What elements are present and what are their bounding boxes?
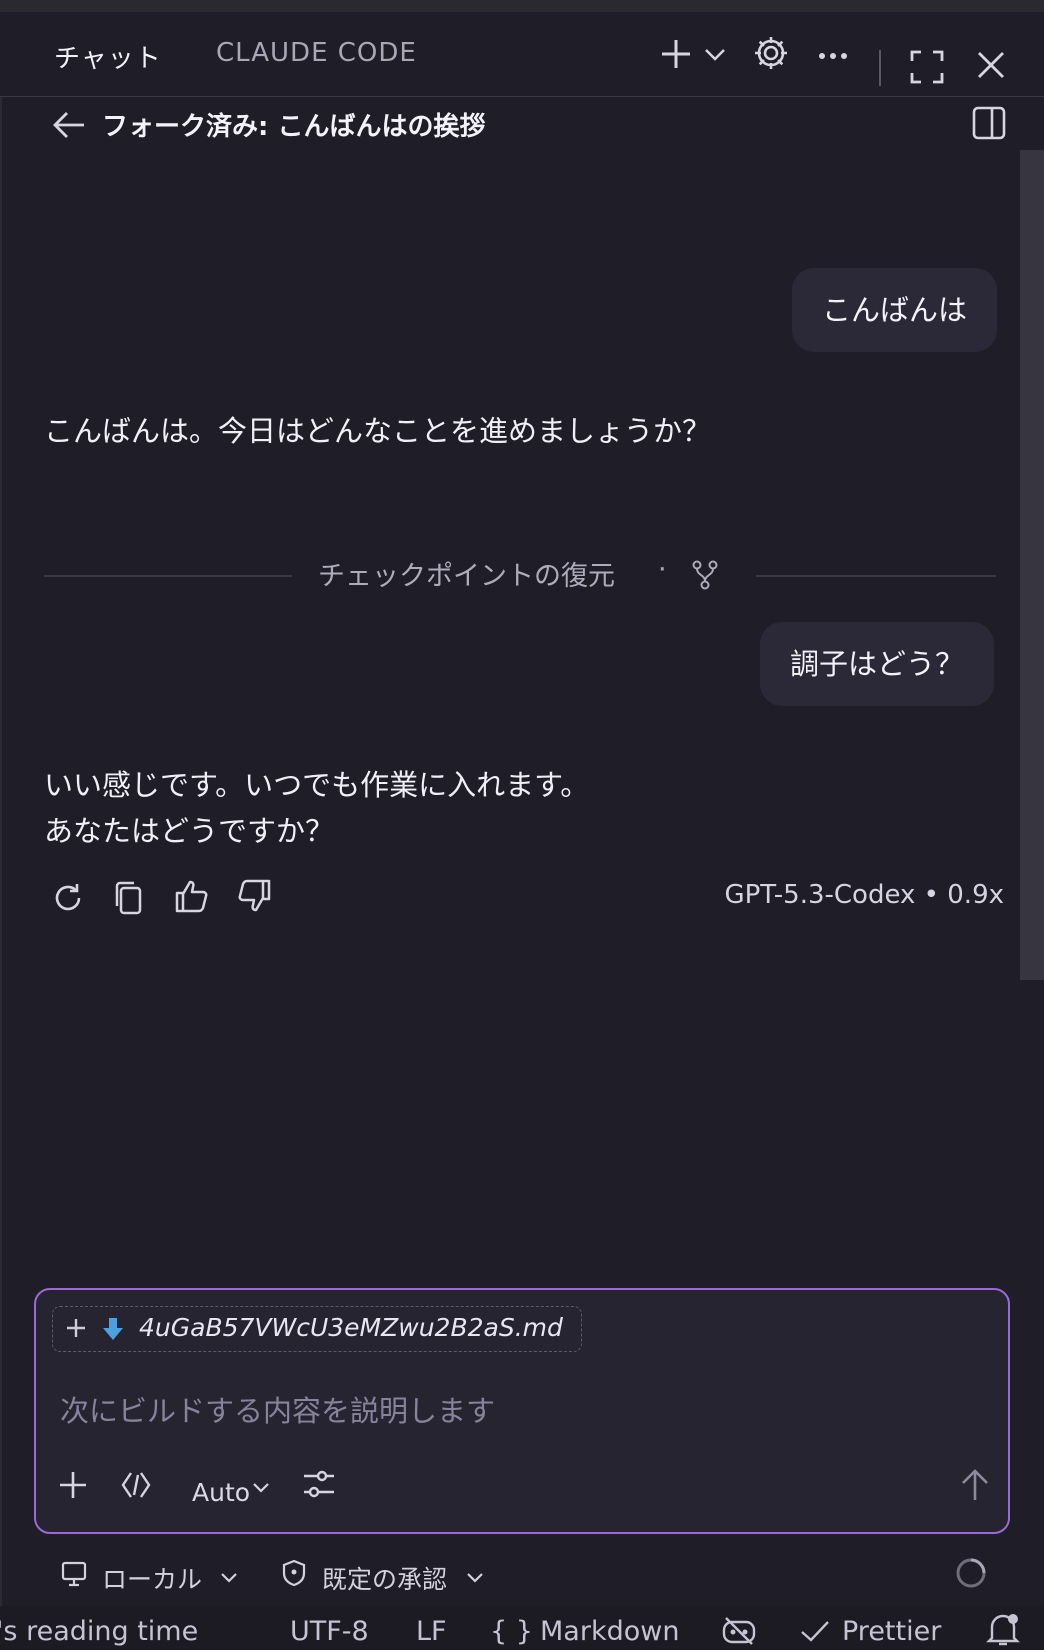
page-title: フォーク済み: こんばんはの挨拶 — [102, 112, 486, 142]
thumbs-down-icon[interactable] — [236, 878, 272, 914]
status-bar: 's reading time UTF-8 LF { } Markdown Pr… — [0, 1606, 1044, 1650]
language-braces-icon: { } — [490, 1616, 533, 1647]
monitor-icon — [61, 1561, 87, 1587]
chat-input-box: 4uGaB57VWcU3eMZwu2B2aS.md 次にビルドする内容を説明しま… — [34, 1288, 1010, 1534]
message-input[interactable]: 次にビルドする内容を説明します — [60, 1388, 495, 1430]
chevron-down-icon[interactable] — [466, 1572, 484, 1584]
gear-icon[interactable] — [752, 34, 790, 72]
encoding-status[interactable]: UTF-8 — [290, 1616, 369, 1647]
tab-chat[interactable]: チャット — [54, 38, 162, 75]
user-message: 調子はどう？ — [760, 622, 995, 706]
attachment-filename: 4uGaB57VWcU3eMZwu2B2aS.md — [139, 1313, 563, 1342]
back-arrow-icon[interactable] — [52, 110, 86, 140]
assistant-message-line: いい感じです。いつでも作業に入れます。 — [44, 768, 590, 802]
reading-time-status[interactable]: 's reading time — [0, 1616, 198, 1647]
chevron-down-icon[interactable] — [252, 1482, 270, 1494]
toolbar-separator — [879, 50, 881, 86]
shield-icon — [282, 1559, 306, 1587]
assistant-message: こんばんは。今日はどんなことを進めましょうか？ — [44, 414, 712, 448]
checkpoint-divider-right — [756, 575, 996, 577]
checkpoint-divider-left — [44, 575, 292, 577]
left-edge — [0, 96, 2, 1606]
checkpoint-dot: · — [658, 554, 667, 585]
panel-toggle-icon[interactable] — [972, 106, 1006, 140]
retry-icon[interactable] — [52, 882, 84, 914]
window-top-strip — [0, 0, 1044, 12]
more-icon[interactable] — [818, 52, 848, 60]
chevron-down-icon[interactable] — [704, 48, 726, 62]
approval-selector[interactable]: 既定の承認 — [322, 1560, 447, 1596]
scrollbar-thumb[interactable] — [1020, 150, 1044, 980]
conversation-header: フォーク済み: こんばんはの挨拶 — [0, 96, 1044, 154]
language-status[interactable]: Markdown — [540, 1616, 679, 1647]
chevron-down-icon[interactable] — [220, 1572, 238, 1584]
copy-icon[interactable] — [114, 880, 144, 916]
add-context-icon[interactable] — [65, 1317, 87, 1339]
fork-icon[interactable] — [692, 560, 718, 590]
tab-bar: チャット CLAUDE CODE — [0, 12, 1044, 97]
send-arrow-icon[interactable] — [960, 1468, 990, 1502]
plus-icon[interactable] — [58, 1470, 88, 1500]
maximize-icon[interactable] — [910, 50, 944, 84]
tab-claude-code[interactable]: CLAUDE CODE — [216, 38, 417, 68]
user-message: こんばんは — [792, 268, 998, 352]
markdown-file-icon — [103, 1318, 123, 1340]
eol-status[interactable]: LF — [416, 1616, 447, 1647]
checkpoint-restore-link[interactable]: チェックポイントの復元 — [318, 554, 615, 593]
check-icon — [801, 1621, 829, 1642]
plus-icon[interactable] — [658, 36, 694, 72]
notification-bell-icon[interactable] — [986, 1612, 1020, 1648]
attachment-chip[interactable]: 4uGaB57VWcU3eMZwu2B2aS.md — [52, 1306, 582, 1352]
code-mode-icon[interactable] — [120, 1470, 152, 1500]
location-selector[interactable]: ローカル — [102, 1560, 202, 1596]
progress-ring-icon — [956, 1558, 986, 1588]
settings-sliders-icon[interactable] — [302, 1468, 336, 1500]
prettier-status[interactable]: Prettier — [842, 1616, 941, 1647]
copilot-icon[interactable] — [720, 1614, 758, 1646]
session-options-bar: ローカル 既定の承認 — [0, 1540, 1044, 1604]
thumbs-up-icon[interactable] — [174, 878, 210, 914]
assistant-message-line: あなたはどうですか？ — [44, 814, 335, 848]
close-icon[interactable] — [976, 50, 1006, 80]
mode-selector[interactable]: Auto — [192, 1478, 250, 1507]
model-info: GPT-5.3-Codex • 0.9x — [724, 880, 1004, 910]
